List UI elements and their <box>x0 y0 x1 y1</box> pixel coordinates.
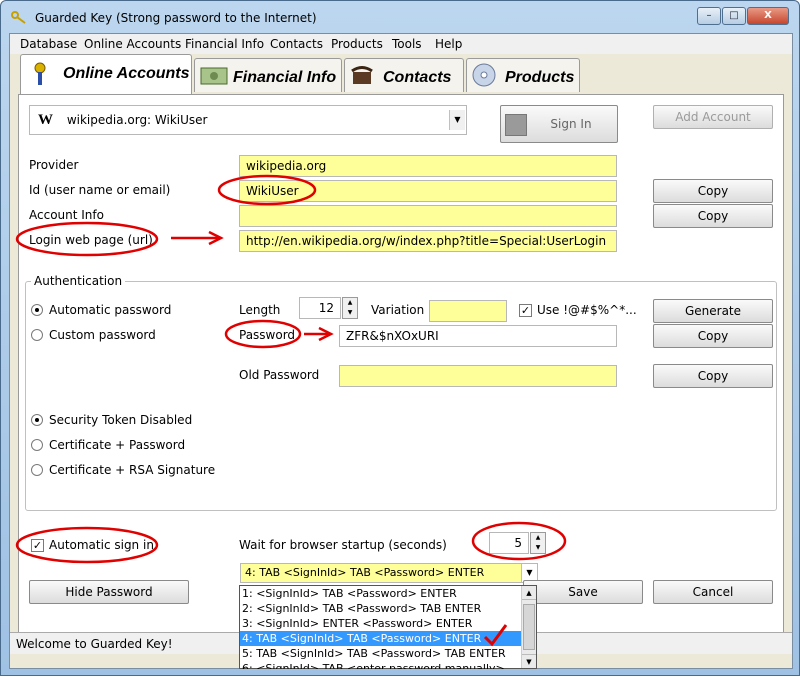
cd-icon <box>472 63 496 87</box>
menu-bar: Database Online Accounts Financial Info … <box>10 34 792 54</box>
menu-database[interactable]: Database <box>20 37 77 51</box>
tab-label: Online Accounts <box>63 65 190 82</box>
list-item[interactable]: 4: TAB <SignInId> TAB <Password> ENTER <box>240 631 522 646</box>
id-field[interactable]: WikiUser <box>239 180 617 202</box>
app-window: Guarded Key (Strong password to the Inte… <box>0 0 800 676</box>
length-spinner[interactable]: ▲ ▼ <box>342 297 358 319</box>
hide-password-button[interactable]: Hide Password <box>29 580 189 604</box>
tab-strip: Online Accounts Financial Info Contacts <box>10 54 792 94</box>
sign-in-sequence-value: 4: TAB <SignInId> TAB <Password> ENTER <box>245 566 485 579</box>
wait-field[interactable]: 5 <box>489 532 529 554</box>
password-field[interactable]: ZFR&$nXOxURI <box>339 325 617 347</box>
wait-label: Wait for browser startup (seconds) <box>239 538 447 552</box>
sign-in-sequence-select[interactable]: 4: TAB <SignInId> TAB <Password> ENTER ▼ <box>240 563 538 583</box>
old-password-field[interactable] <box>339 365 617 387</box>
account-select[interactable]: W wikipedia.org: WikiUser ▼ <box>29 105 467 135</box>
list-item[interactable]: 2: <SignInId> TAB <Password> TAB ENTER <box>240 601 522 616</box>
list-item[interactable]: 5: TAB <SignInId> TAB <Password> TAB ENT… <box>240 646 522 661</box>
use-special-checkbox[interactable]: ✓ <box>519 304 532 317</box>
key-ribbon-icon <box>34 62 46 85</box>
scroll-up-icon[interactable]: ▲ <box>522 586 536 600</box>
length-field[interactable]: 12 <box>299 297 341 319</box>
use-special-label[interactable]: Use !@#$%^*... <box>537 303 637 317</box>
title-bar[interactable]: Guarded Key (Strong password to the Inte… <box>1 1 799 33</box>
login-page-label: Login web page (url) <box>29 233 153 247</box>
menu-help[interactable]: Help <box>435 37 462 51</box>
window-title: Guarded Key (Strong password to the Inte… <box>35 11 317 25</box>
copy-id-button[interactable]: Copy <box>653 179 773 203</box>
automatic-password-label[interactable]: Automatic password <box>49 303 171 317</box>
menu-products[interactable]: Products <box>331 37 383 51</box>
menu-online-accounts[interactable]: Online Accounts <box>84 37 181 51</box>
scroll-down-icon[interactable]: ▼ <box>522 654 536 668</box>
wait-spinner[interactable]: ▲ ▼ <box>530 532 546 554</box>
status-text: Welcome to Guarded Key! <box>16 637 173 651</box>
account-select-value: wikipedia.org: WikiUser <box>66 113 208 127</box>
list-item[interactable]: 1: <SignInId> TAB <Password> ENTER <box>240 586 522 601</box>
login-page-field[interactable]: http://en.wikipedia.org/w/index.php?titl… <box>239 230 617 252</box>
cancel-button[interactable]: Cancel <box>653 580 773 604</box>
id-label: Id (user name or email) <box>29 183 171 197</box>
automatic-password-radio[interactable] <box>31 304 43 316</box>
account-info-label: Account Info <box>29 208 104 222</box>
length-label: Length <box>239 303 281 317</box>
account-info-field[interactable] <box>239 205 617 227</box>
certificate-password-radio[interactable] <box>31 439 43 451</box>
sign-in-label: Sign In <box>550 117 592 131</box>
tab-products[interactable]: Products <box>466 58 580 92</box>
certificate-rsa-label[interactable]: Certificate + RSA Signature <box>49 463 215 477</box>
sign-in-button[interactable]: Sign In <box>500 105 618 143</box>
key-icon <box>11 11 26 24</box>
sign-in-icon <box>505 114 527 136</box>
provider-field[interactable]: wikipedia.org <box>239 155 617 177</box>
menu-tools[interactable]: Tools <box>392 37 422 51</box>
generate-button[interactable]: Generate <box>653 299 773 323</box>
chevron-down-icon[interactable]: ▼ <box>449 110 465 130</box>
old-password-label: Old Password <box>239 368 320 382</box>
tab-label: Products <box>505 69 575 86</box>
close-button[interactable]: X <box>747 7 789 25</box>
tab-online-accounts[interactable]: Online Accounts <box>20 54 192 94</box>
client-area: Database Online Accounts Financial Info … <box>9 33 793 669</box>
scroll-thumb[interactable] <box>523 604 535 650</box>
tab-contacts[interactable]: Contacts <box>344 58 464 92</box>
security-token-disabled-label[interactable]: Security Token Disabled <box>49 413 192 427</box>
wikipedia-icon: W <box>38 112 53 128</box>
copy-password-button[interactable]: Copy <box>653 324 773 348</box>
list-scrollbar[interactable]: ▲ ▼ <box>521 586 536 668</box>
minimize-button[interactable]: – <box>697 7 721 25</box>
list-item[interactable]: 6: <SignInId> TAB <enter password manual… <box>240 661 522 669</box>
menu-contacts[interactable]: Contacts <box>270 37 323 51</box>
variation-field[interactable] <box>429 300 507 322</box>
tab-financial-info[interactable]: Financial Info <box>194 58 342 92</box>
tab-label: Financial Info <box>233 69 337 86</box>
custom-password-radio[interactable] <box>31 329 43 341</box>
automatic-sign-in-checkbox[interactable]: ✓ <box>31 539 44 552</box>
save-button[interactable]: Save <box>523 580 643 604</box>
provider-label: Provider <box>29 158 79 172</box>
add-account-button[interactable]: Add Account <box>653 105 773 129</box>
copy-account-info-button[interactable]: Copy <box>653 204 773 228</box>
security-token-disabled-radio[interactable] <box>31 414 43 426</box>
automatic-sign-in-label[interactable]: Automatic sign in <box>49 538 154 552</box>
online-accounts-panel: W wikipedia.org: WikiUser ▼ Sign In Add … <box>18 94 784 642</box>
custom-password-label[interactable]: Custom password <box>49 328 156 342</box>
telephone-icon <box>351 66 373 84</box>
menu-financial-info[interactable]: Financial Info <box>185 37 264 51</box>
maximize-button[interactable]: □ <box>722 7 746 25</box>
certificate-password-label[interactable]: Certificate + Password <box>49 438 185 452</box>
authentication-title: Authentication <box>31 274 126 288</box>
copy-old-password-button[interactable]: Copy <box>653 364 773 388</box>
tab-label: Contacts <box>383 69 452 86</box>
money-icon <box>200 67 228 85</box>
variation-label: Variation <box>371 303 425 317</box>
password-label: Password <box>239 328 296 342</box>
certificate-rsa-radio[interactable] <box>31 464 43 476</box>
list-item[interactable]: 3: <SignInId> ENTER <Password> ENTER <box>240 616 522 631</box>
sign-in-sequence-list: 1: <SignInId> TAB <Password> ENTER 2: <S… <box>239 585 537 669</box>
